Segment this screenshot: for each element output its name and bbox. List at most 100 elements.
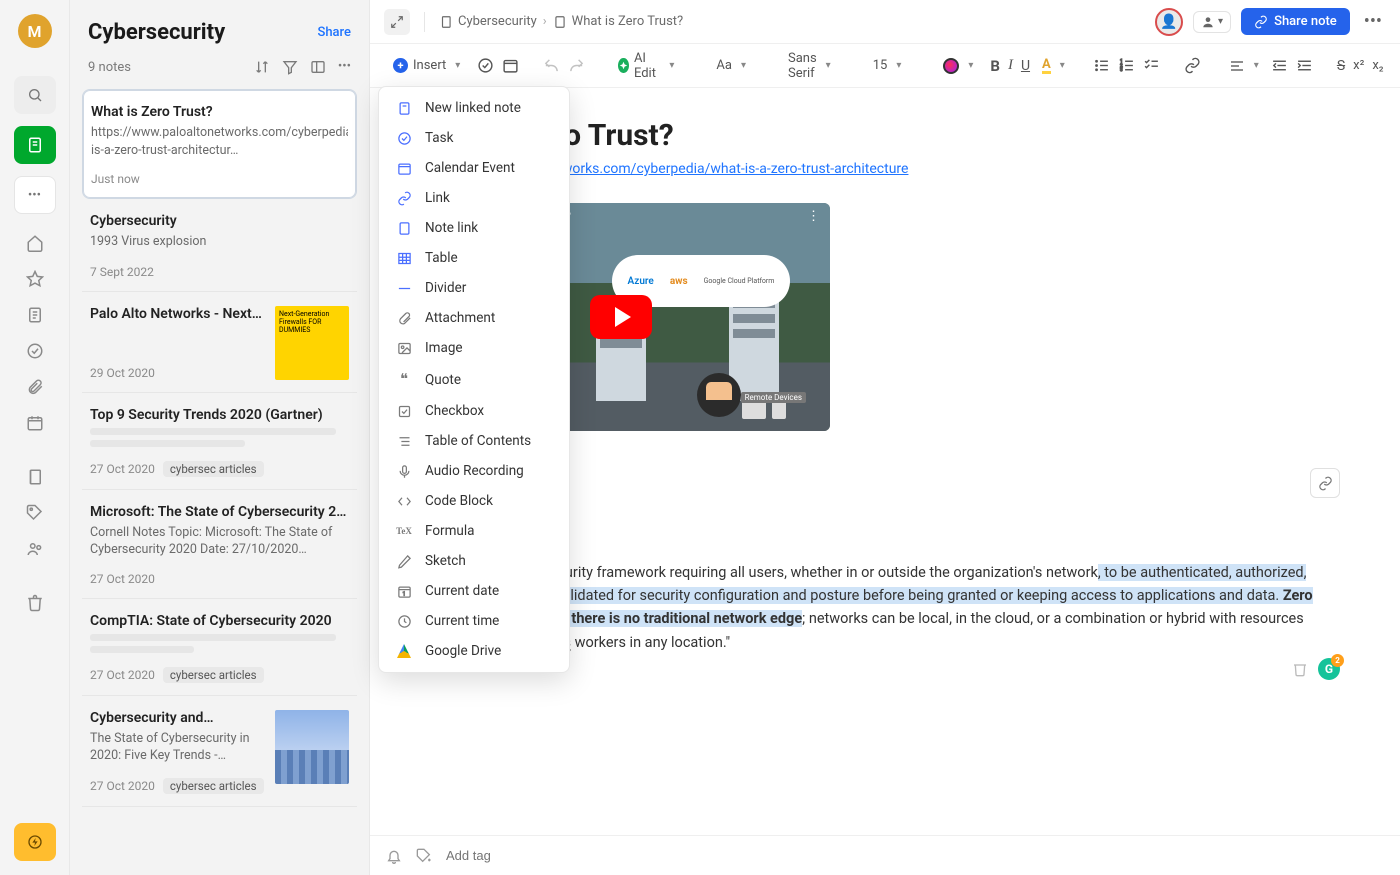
highlight-dropdown[interactable]: A xyxy=(1038,56,1069,76)
tasks-nav[interactable] xyxy=(24,340,46,362)
chevron-down-icon: ▾ xyxy=(1218,16,1223,27)
image-icon xyxy=(395,341,413,356)
breadcrumb-note[interactable]: What is Zero Trust? xyxy=(553,14,684,29)
bold-button[interactable]: B xyxy=(990,54,1000,78)
expand-button[interactable] xyxy=(384,9,410,35)
new-note-button[interactable] xyxy=(14,126,56,164)
insert-dropdown-button[interactable]: + Insert xyxy=(384,54,469,77)
insert-checkbox[interactable]: Checkbox xyxy=(379,396,569,426)
insert-code-block[interactable]: Code Block xyxy=(379,486,569,516)
reminder-button[interactable] xyxy=(386,848,402,864)
link-icon xyxy=(1254,15,1268,29)
video-play-button[interactable] xyxy=(590,295,652,339)
note-item-tag[interactable]: cybersec articles xyxy=(163,667,264,683)
insert-table-of-contents[interactable]: Table of Contents xyxy=(379,426,569,456)
notes-scroll[interactable]: What is Zero Trust? https://www.paloalto… xyxy=(70,85,369,875)
calendar-nav[interactable] xyxy=(24,412,46,434)
font-family-dropdown[interactable]: Sans Serif xyxy=(779,47,840,85)
paragraph-style-dropdown[interactable]: Aa xyxy=(707,54,755,77)
note-list-subheader: 9 notes ••• xyxy=(70,53,369,85)
insert-formula[interactable]: TeXFormula xyxy=(379,516,569,546)
insert-attachment[interactable]: Attachment xyxy=(379,303,569,333)
note-item[interactable]: What is Zero Trust? https://www.paloalto… xyxy=(82,89,357,199)
outdent-button[interactable] xyxy=(1271,54,1288,78)
calendar-icon xyxy=(502,57,519,74)
ai-edit-dropdown[interactable]: AI Edit xyxy=(609,47,683,85)
breadcrumb-notebook[interactable]: Cybersecurity xyxy=(439,14,537,29)
text-color-dropdown[interactable] xyxy=(934,54,982,78)
grammarly-button[interactable]: G2 xyxy=(1318,658,1340,680)
insert-image[interactable]: Image xyxy=(379,333,569,363)
video-menu-icon[interactable]: ⋮ xyxy=(807,209,820,224)
insert-note-link[interactable]: Note link xyxy=(379,213,569,243)
insert-current-date[interactable]: 1Current date xyxy=(379,576,569,606)
attachments-nav[interactable] xyxy=(24,376,46,398)
note-item[interactable]: Palo Alto Networks - Next… 29 Oct 2020 N… xyxy=(82,292,357,393)
calendar-icon xyxy=(395,161,413,176)
calendar-quick-button[interactable] xyxy=(502,54,519,78)
collaborator-dropdown[interactable]: ▾ xyxy=(1193,11,1231,33)
bullet-list-button[interactable] xyxy=(1093,54,1110,78)
menu-item-label: Current time xyxy=(425,613,499,629)
sort-button[interactable] xyxy=(254,59,270,75)
indent-button[interactable] xyxy=(1296,54,1313,78)
checklist-button[interactable] xyxy=(1143,54,1160,78)
insert-audio-recording[interactable]: Audio Recording xyxy=(379,456,569,486)
insert-sketch[interactable]: Sketch xyxy=(379,546,569,576)
list-more-button[interactable]: ••• xyxy=(338,59,351,75)
more-create-button[interactable]: ••• xyxy=(14,176,56,214)
azure-label: Azure xyxy=(628,276,654,287)
insert-new-linked-note[interactable]: New linked note xyxy=(379,93,569,123)
undo-button[interactable] xyxy=(543,54,560,78)
insert-google-drive[interactable]: Google Drive xyxy=(379,636,569,666)
tags-nav[interactable] xyxy=(24,502,46,524)
link-button[interactable] xyxy=(1184,54,1201,78)
insert-calendar-event[interactable]: Calendar Event xyxy=(379,153,569,183)
filter-button[interactable] xyxy=(282,59,298,75)
notes-nav[interactable] xyxy=(24,304,46,326)
menu-item-label: Link xyxy=(425,190,450,206)
delete-block-button[interactable] xyxy=(1292,661,1308,677)
redo-button[interactable] xyxy=(568,54,585,78)
add-tag-input[interactable] xyxy=(446,848,622,863)
trash-nav[interactable] xyxy=(24,592,46,614)
note-item[interactable]: Cybersecurity 1993 Virus explosion 7 Sep… xyxy=(82,199,357,292)
note-item-tag[interactable]: cybersec articles xyxy=(163,778,264,794)
shared-nav[interactable] xyxy=(24,538,46,560)
insert-link[interactable]: Link xyxy=(379,183,569,213)
note-icon xyxy=(553,15,567,29)
note-item[interactable]: Top 9 Security Trends 2020 (Gartner) 27 … xyxy=(82,393,357,490)
note-owner-avatar[interactable]: 👤 xyxy=(1155,8,1183,36)
insert-task[interactable]: Task xyxy=(379,123,569,153)
link-tool-button[interactable] xyxy=(1310,468,1340,498)
font-size-dropdown[interactable]: 15 xyxy=(864,54,911,77)
italic-button[interactable]: I xyxy=(1008,54,1013,78)
insert-divider[interactable]: Divider xyxy=(379,273,569,303)
view-button[interactable] xyxy=(310,59,326,75)
numbered-list-button[interactable]: 123 xyxy=(1118,54,1135,78)
task-quick-button[interactable] xyxy=(477,54,494,78)
subscript-button[interactable]: x₂ xyxy=(1372,54,1383,78)
underline-button[interactable]: U xyxy=(1021,54,1030,78)
share-notebook-link[interactable]: Share xyxy=(317,25,351,40)
note-item[interactable]: CompTIA: State of Cybersecurity 2020 27 … xyxy=(82,599,357,696)
note-item[interactable]: Microsoft: The State of Cybersecurity 20… xyxy=(82,490,357,599)
align-dropdown[interactable] xyxy=(1225,56,1263,76)
insert-table[interactable]: Table xyxy=(379,243,569,273)
note-item[interactable]: Cybersecurity and… The State of Cybersec… xyxy=(82,696,357,807)
shortcuts-nav[interactable] xyxy=(24,268,46,290)
superscript-button[interactable]: x² xyxy=(1353,54,1364,78)
share-note-button[interactable]: Share note xyxy=(1241,8,1350,35)
notebooks-nav[interactable] xyxy=(24,466,46,488)
add-tag-button[interactable] xyxy=(416,848,432,864)
insert-current-time[interactable]: Current time xyxy=(379,606,569,636)
person-icon xyxy=(1201,15,1215,29)
insert-quote[interactable]: ❝Quote xyxy=(379,363,569,396)
note-item-tag[interactable]: cybersec articles xyxy=(163,461,264,477)
strikethrough-button[interactable]: S xyxy=(1337,54,1345,78)
home-nav[interactable] xyxy=(24,232,46,254)
upgrade-button[interactable] xyxy=(14,823,56,861)
account-avatar[interactable]: M xyxy=(18,14,52,48)
note-more-button[interactable]: ••• xyxy=(1360,11,1386,32)
search-button[interactable] xyxy=(14,76,56,114)
